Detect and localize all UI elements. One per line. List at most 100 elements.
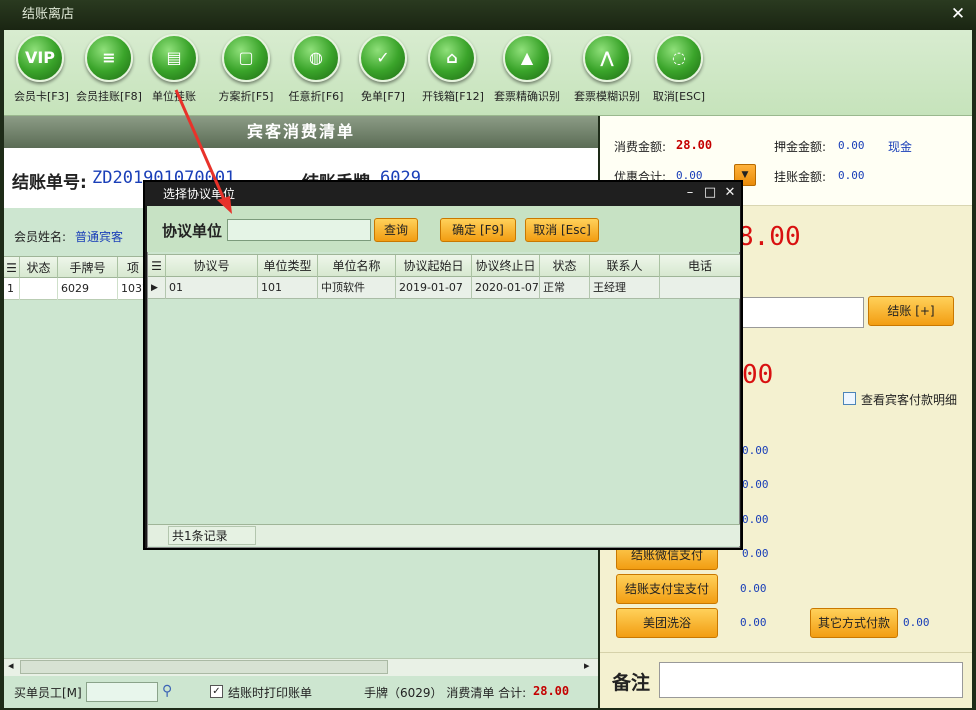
ticket-exact-icon: ▲ xyxy=(503,34,551,82)
checkout-button[interactable]: 结账 [+] xyxy=(868,296,954,326)
cancel-esc-label: 取消[ESC] xyxy=(652,90,706,103)
member-charge-button[interactable]: ≡ 会员挂账[F8] xyxy=(76,34,142,104)
scrollbar-thumb[interactable] xyxy=(20,660,388,674)
minimize-icon[interactable]: – xyxy=(682,184,698,202)
consume-label: 消费金额: xyxy=(614,140,667,154)
table-row[interactable]: ▶ 01 101 中顶软件 2019-01-07 2020-01-07 正常 王… xyxy=(148,277,740,299)
receivable-amount: 8.00 xyxy=(738,222,801,252)
cancel-esc-button[interactable]: ◌ 取消[ESC] xyxy=(650,34,708,104)
scroll-right-icon[interactable]: ▸ xyxy=(584,659,590,672)
unit-search-input[interactable] xyxy=(227,219,371,241)
other-pay-button[interactable]: 其它方式付款 xyxy=(810,608,898,638)
record-count: 共1条记录 xyxy=(168,526,256,545)
scroll-left-icon[interactable]: ◂ xyxy=(8,659,14,672)
close-icon[interactable]: ✕ xyxy=(722,184,738,202)
charge-label: 挂账金额: xyxy=(774,170,827,184)
member-card-label: 会员卡[F3] xyxy=(14,90,69,103)
consumption-list-title: 宾客消费清单 xyxy=(4,116,598,148)
alipay-value: 0.00 xyxy=(740,582,767,595)
any-discount-button[interactable]: ◍ 任意折[F6] xyxy=(286,34,346,104)
buyer-label: 买单员工[M] xyxy=(14,686,82,700)
query-button[interactable]: 查询 xyxy=(374,218,418,242)
maximize-icon[interactable]: □ xyxy=(702,184,718,202)
col-agreement-no: 协议号 xyxy=(166,255,258,277)
any-discount-icon: ◍ xyxy=(292,34,340,82)
cash-drawer-button[interactable]: ⌂ 开钱箱[F12] xyxy=(422,34,484,104)
toolbar: VIP 会员卡[F3] ≡ 会员挂账[F8] ▤ 单位挂账 ▢ 方案折[F5] … xyxy=(4,30,972,116)
deposit-label: 押金金额: xyxy=(774,140,827,154)
member-card-button[interactable]: VIP 会员卡[F3] xyxy=(14,34,69,104)
col-phone: 电话 xyxy=(687,259,712,273)
meituan-button[interactable]: 美团洗浴 xyxy=(616,608,718,638)
cash-link[interactable]: 现金 xyxy=(888,138,912,155)
unit-charge-label: 单位挂账 xyxy=(152,90,196,103)
remark-label: 备注 xyxy=(612,672,651,694)
col-plate: 手牌号 xyxy=(58,257,118,279)
grid-menu-icon[interactable]: ☰ xyxy=(148,255,166,277)
pay-amount-input[interactable] xyxy=(742,297,864,328)
payment-detail-label: 查看宾客付款明细 xyxy=(861,393,958,407)
window-title: 结账离店 xyxy=(0,0,976,30)
ticket-exact-button[interactable]: ▲ 套票精确识别 xyxy=(488,34,566,104)
consume-value: 28.00 xyxy=(676,138,713,152)
deposit-value: 0.00 xyxy=(838,139,865,152)
cancel-button[interactable]: 取消 [Esc] xyxy=(525,218,599,242)
col-status: 状态 xyxy=(20,257,58,279)
member-charge-label: 会员挂账[F8] xyxy=(76,90,142,103)
cell-unit-name: 中顶软件 xyxy=(318,277,396,299)
any-discount-label: 任意折[F6] xyxy=(288,90,344,103)
ticket-exact-label: 套票精确识别 xyxy=(494,90,560,103)
cell-start-date: 2019-01-07 xyxy=(396,277,472,299)
free-bill-icon: ✓ xyxy=(359,34,407,82)
cell-end-date: 2020-01-07 xyxy=(472,277,540,299)
payment-value: 0.00 xyxy=(742,444,769,457)
ticket-fuzzy-icon: ⋀ xyxy=(583,34,631,82)
free-bill-button[interactable]: ✓ 免单[F7] xyxy=(358,34,408,104)
unit-charge-button[interactable]: ▤ 单位挂账 xyxy=(148,34,200,104)
member-charge-icon: ≡ xyxy=(85,34,133,82)
cell-contact: 王经理 xyxy=(590,277,660,299)
other-pay-value: 0.00 xyxy=(903,616,930,629)
meituan-value: 0.00 xyxy=(740,616,767,629)
search-icon[interactable]: ⚲ xyxy=(162,683,172,699)
payment-value: 0.00 xyxy=(742,478,769,491)
cash-drawer-icon: ⌂ xyxy=(428,34,476,82)
col-unit-name: 单位名称 xyxy=(318,255,396,277)
ticket-fuzzy-label: 套票模糊识别 xyxy=(574,90,640,103)
unit-grid-header: ☰ 协议号 单位类型 单位名称 协议起始日 协议终止日 状态 联系人 电话 xyxy=(148,254,740,277)
cancel-esc-icon: ◌ xyxy=(655,34,703,82)
vip-icon: VIP xyxy=(16,34,64,82)
alipay-button[interactable]: 结账支付宝支付 xyxy=(616,574,718,604)
close-icon[interactable]: ✕ xyxy=(948,4,968,24)
member-name-value: 普通宾客 xyxy=(75,230,124,244)
ticket-fuzzy-button[interactable]: ⋀ 套票模糊识别 xyxy=(568,34,646,104)
wechat-pay-value: 0.00 xyxy=(742,547,769,560)
grid-menu-icon[interactable]: ☰ xyxy=(4,257,20,279)
confirm-button[interactable]: 确定 [F9] xyxy=(440,218,516,242)
bill-no-label: 结账单号: xyxy=(12,173,87,193)
col-unit-type: 单位类型 xyxy=(258,255,318,277)
buyer-input[interactable] xyxy=(86,682,158,702)
print-bill-label: 结账时打印账单 xyxy=(228,686,313,700)
sum-value: 28.00 xyxy=(533,684,570,698)
cell-agreement-no: 01 xyxy=(166,277,258,299)
col-status: 状态 xyxy=(540,255,590,277)
payment-value: 0.00 xyxy=(742,513,769,526)
col-contact: 联系人 xyxy=(590,255,660,277)
row-pointer-icon: ▶ xyxy=(148,277,166,299)
plan-discount-label: 方案折[F5] xyxy=(218,90,274,103)
remark-input[interactable] xyxy=(659,662,963,698)
member-name-label: 会员姓名: xyxy=(14,230,67,244)
cell-status: 正常 xyxy=(540,277,590,299)
print-bill-checkbox[interactable]: ✓ xyxy=(210,685,223,698)
row-status xyxy=(20,278,58,300)
payment-detail-checkbox[interactable] xyxy=(843,392,856,405)
col-end-date: 协议终止日 xyxy=(472,255,540,277)
plan-discount-button[interactable]: ▢ 方案折[F5] xyxy=(216,34,276,104)
unit-charge-icon: ▤ xyxy=(150,34,198,82)
cell-phone xyxy=(660,277,740,299)
change-amount: 00 xyxy=(742,360,774,390)
row-plate: 6029 xyxy=(58,278,118,300)
plate-sum-label: 手牌（6029） 消费清单 合计: xyxy=(364,686,527,700)
plan-discount-icon: ▢ xyxy=(222,34,270,82)
